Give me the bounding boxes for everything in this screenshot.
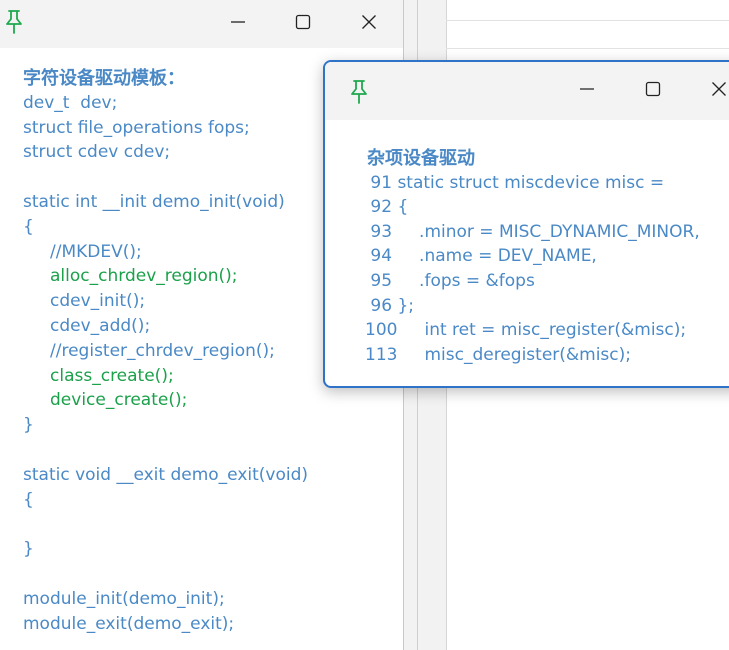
code-line: 95 .fops = &fops [365, 270, 535, 291]
maximize-button[interactable] [633, 73, 673, 105]
code-line: dev_t dev; [23, 92, 118, 113]
code-line: alloc_chrdev_region(); [23, 266, 238, 287]
background-rule [446, 20, 729, 21]
code-line: //MKDEV(); [23, 241, 142, 262]
close-button[interactable] [699, 73, 729, 105]
code-line: cdev_add(); [23, 315, 151, 336]
code-line: cdev_init(); [23, 291, 146, 312]
maximize-button[interactable] [283, 6, 323, 38]
code-line: struct cdev cdev; [23, 142, 171, 163]
maximize-icon [645, 81, 661, 97]
code-line: 113 misc_deregister(&misc); [365, 344, 631, 365]
note-content[interactable]: 杂项设备驱动 91 static struct miscdevice misc … [365, 146, 700, 367]
close-icon [712, 82, 726, 96]
code-line: } [23, 415, 34, 436]
code-line: module_exit(demo_exit); [23, 613, 235, 634]
code-line: static int __init demo_init(void) [23, 191, 285, 212]
sticky-note-window-misc-driver[interactable]: 杂项设备驱动 91 static struct miscdevice misc … [323, 60, 729, 388]
code-line: { [23, 216, 34, 237]
pin-icon[interactable] [2, 8, 26, 36]
note-title: 字符设备驱动模板： [23, 68, 185, 88]
code-line: 92 { [365, 197, 409, 218]
code-line: } [23, 539, 34, 560]
code-line: class_create(); [23, 365, 174, 386]
minimize-button[interactable] [218, 6, 258, 38]
background-rule [446, 48, 729, 49]
note-content[interactable]: 字符设备驱动模板： dev_t dev; struct file_operatio… [23, 66, 308, 636]
minimize-icon [580, 88, 594, 90]
code-line: 94 .name = DEV_NAME, [365, 246, 597, 267]
code-line: { [23, 489, 34, 510]
title-bar[interactable] [0, 0, 403, 48]
code-line: 96 }; [365, 295, 414, 316]
code-line: static void __exit demo_exit(void) [23, 464, 309, 485]
minimize-button[interactable] [567, 73, 607, 105]
close-button[interactable] [349, 6, 389, 38]
note-title: 杂项设备驱动 [367, 148, 475, 168]
code-line: device_create(); [23, 390, 188, 411]
code-line: //register_chrdev_region(); [23, 340, 275, 361]
title-bar[interactable] [325, 62, 729, 120]
pin-icon[interactable] [347, 78, 371, 106]
close-icon [362, 15, 376, 29]
code-line: 91 static struct miscdevice misc = [365, 172, 665, 193]
minimize-icon [231, 21, 245, 23]
code-line: module_init(demo_init); [23, 588, 225, 609]
maximize-icon [295, 14, 311, 30]
code-line: 93 .minor = MISC_DYNAMIC_MINOR, [365, 221, 700, 242]
code-line: struct file_operations fops; [23, 117, 250, 138]
code-line: 100 int ret = misc_register(&misc); [365, 320, 687, 341]
